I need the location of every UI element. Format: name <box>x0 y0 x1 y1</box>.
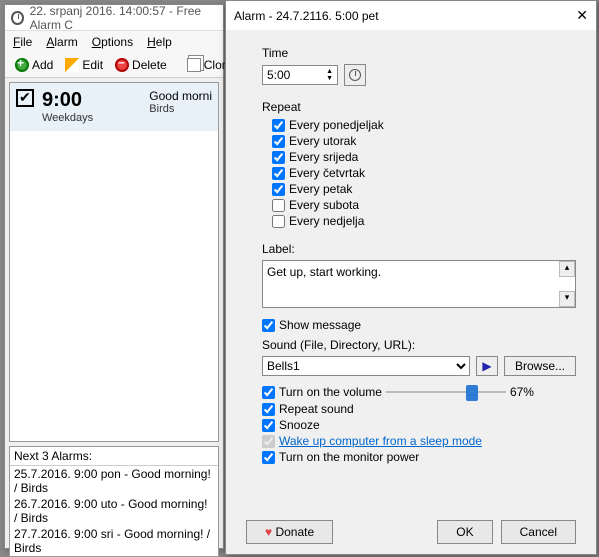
main-window: 22. srpanj 2016. 14:00:57 - Free Alarm C… <box>4 4 224 549</box>
clock-now-button[interactable] <box>344 64 366 86</box>
menubar: File Alarm Options Help <box>5 31 223 53</box>
repeat-day-checkbox[interactable] <box>272 215 285 228</box>
wake-checkbox[interactable] <box>262 435 275 448</box>
next-alarms: Next 3 Alarms: 25.7.2016. 9:00 pon - Goo… <box>9 446 219 557</box>
cancel-button[interactable]: Cancel <box>501 520 576 544</box>
alarm-row[interactable]: 9:00 Weekdays Good morni Birds <box>10 83 218 131</box>
ok-button[interactable]: OK <box>437 520 492 544</box>
repeat-day-label: Every petak <box>289 182 352 196</box>
alarm-label: Good morni <box>149 89 212 103</box>
toolbar: Add Edit Delete Clone <box>5 53 223 78</box>
close-button[interactable]: ✕ <box>576 7 588 24</box>
alarm-sound: Birds <box>149 103 212 115</box>
wake-link[interactable]: Wake up computer from a sleep mode <box>279 434 482 448</box>
scroll-up[interactable]: ▴ <box>559 261 575 277</box>
next-line: 27.7.2016. 9:00 sri - Good morning! / Bi… <box>10 526 218 556</box>
repeat-sound-checkbox[interactable] <box>262 403 275 416</box>
alarm-time: 9:00 <box>42 89 93 112</box>
repeat-day-label: Every utorak <box>289 134 356 148</box>
repeat-day-label: Every srijeda <box>289 150 358 164</box>
monitor-checkbox[interactable] <box>262 451 275 464</box>
repeat-day-checkbox[interactable] <box>272 167 285 180</box>
titlebar: 22. srpanj 2016. 14:00:57 - Free Alarm C <box>5 5 223 31</box>
menu-help[interactable]: Help <box>147 35 172 49</box>
label-textarea[interactable]: Get up, start working. ▴ ▾ <box>262 260 576 308</box>
menu-file[interactable]: File <box>13 35 32 49</box>
repeat-day-label: Every nedjelja <box>289 214 364 228</box>
spinner-buttons[interactable]: ▲▼ <box>326 68 333 82</box>
edit-icon <box>65 58 79 72</box>
dialog-title: Alarm - 24.7.2116. 5:00 pet <box>234 9 379 23</box>
window-title: 22. srpanj 2016. 14:00:57 - Free Alarm C <box>30 4 217 32</box>
add-icon <box>15 58 29 72</box>
label-label: Label: <box>262 242 576 256</box>
app-icon <box>11 11 24 25</box>
donate-button[interactable]: ♥ Donate <box>246 520 333 544</box>
next-line: 25.7.2016. 9:00 pon - Good morning! / Bi… <box>10 466 218 496</box>
snooze-checkbox[interactable] <box>262 419 275 432</box>
repeat-day-label: Every četvrtak <box>289 166 365 180</box>
time-spinner[interactable]: 5:00 ▲▼ <box>262 65 338 85</box>
sound-label: Sound (File, Directory, URL): <box>262 338 576 352</box>
volume-checkbox[interactable] <box>262 386 275 399</box>
edit-button[interactable]: Edit <box>61 56 107 74</box>
repeat-day-checkbox[interactable] <box>272 183 285 196</box>
clone-icon <box>187 58 201 72</box>
repeat-day-label: Every subota <box>289 198 359 212</box>
clock-icon <box>349 69 361 81</box>
sound-select[interactable]: Bells1 <box>262 356 470 376</box>
show-message-checkbox[interactable] <box>262 319 275 332</box>
alarm-enabled-checkbox[interactable] <box>16 89 34 107</box>
menu-alarm[interactable]: Alarm <box>46 35 77 49</box>
menu-options[interactable]: Options <box>92 35 133 49</box>
delete-button[interactable]: Delete <box>111 56 171 74</box>
time-value: 5:00 <box>267 68 290 82</box>
next-line: 26.7.2016. 9:00 uto - Good morning! / Bi… <box>10 496 218 526</box>
dialog-titlebar: Alarm - 24.7.2116. 5:00 pet ✕ <box>226 1 596 30</box>
volume-percent: 67% <box>510 385 534 399</box>
delete-icon <box>115 58 129 72</box>
repeat-day-checkbox[interactable] <box>272 199 285 212</box>
repeat-day-checkbox[interactable] <box>272 119 285 132</box>
repeat-day-label: Every ponedjeljak <box>289 118 384 132</box>
heart-icon: ♥ <box>265 525 272 539</box>
browse-button[interactable]: Browse... <box>504 356 576 376</box>
alarm-list[interactable]: 9:00 Weekdays Good morni Birds <box>9 82 219 442</box>
next-header: Next 3 Alarms: <box>10 447 218 466</box>
time-label: Time <box>262 46 576 60</box>
repeat-label: Repeat <box>262 100 576 114</box>
repeat-day-checkbox[interactable] <box>272 151 285 164</box>
add-button[interactable]: Add <box>11 56 57 74</box>
repeat-day-checkbox[interactable] <box>272 135 285 148</box>
volume-slider[interactable] <box>386 384 506 400</box>
play-button[interactable]: ▶ <box>476 356 498 376</box>
alarm-dialog: Alarm - 24.7.2116. 5:00 pet ✕ Time 5:00 … <box>225 0 597 555</box>
scroll-down[interactable]: ▾ <box>559 291 575 307</box>
alarm-days: Weekdays <box>42 112 93 124</box>
